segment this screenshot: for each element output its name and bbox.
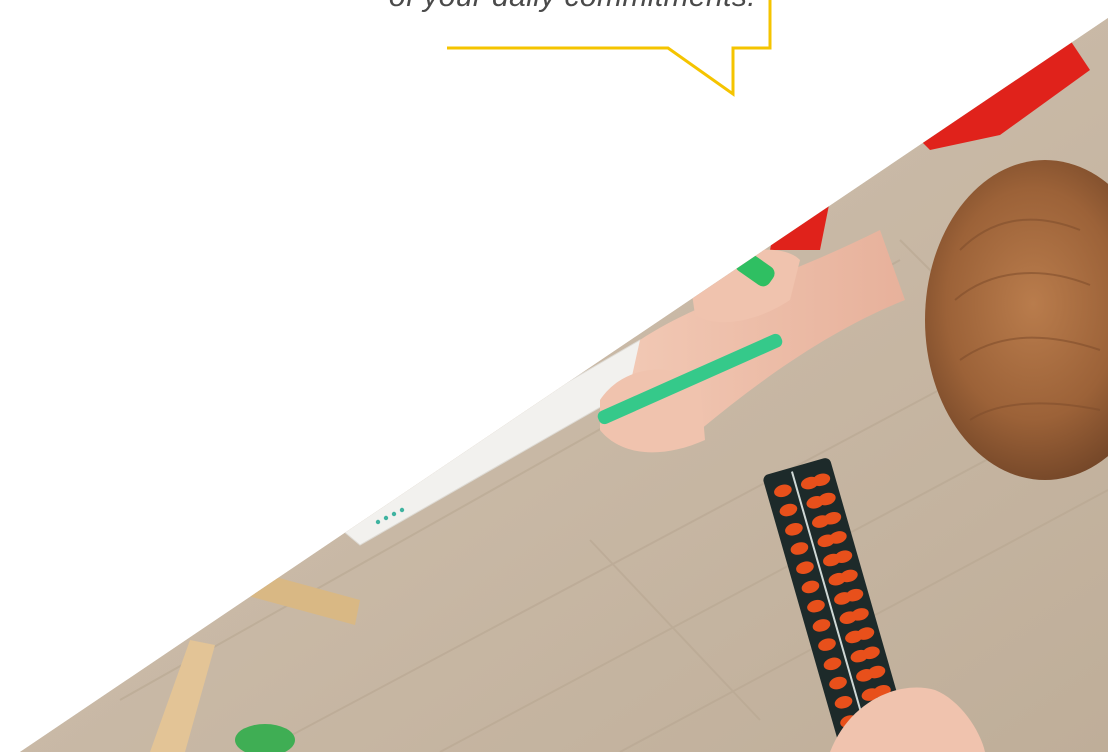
hero-photo [20,18,1108,752]
red-sleeve [770,200,830,250]
quote-text: of your daily commitments. [236,0,756,14]
speech-bubble-outline [447,0,772,97]
page: of your daily commitments. [0,0,1108,752]
child-abacus-illustration [20,18,1108,752]
